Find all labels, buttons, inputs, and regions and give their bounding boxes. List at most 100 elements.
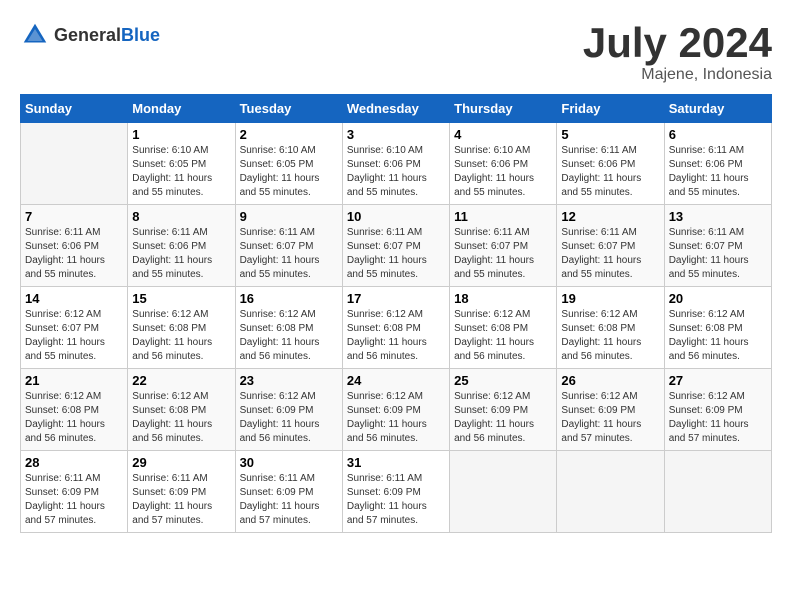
day-info: Sunrise: 6:11 AM Sunset: 6:07 PM Dayligh…	[561, 226, 659, 282]
calendar-cell: 15 Sunrise: 6:12 AM Sunset: 6:08 PM Dayli…	[128, 287, 235, 369]
calendar-body: 1 Sunrise: 6:10 AM Sunset: 6:05 PM Daylig…	[21, 123, 772, 533]
calendar-cell: 8 Sunrise: 6:11 AM Sunset: 6:06 PM Daylig…	[128, 205, 235, 287]
day-info: Sunrise: 6:12 AM Sunset: 6:08 PM Dayligh…	[25, 390, 123, 446]
day-info: Sunrise: 6:12 AM Sunset: 6:08 PM Dayligh…	[240, 308, 338, 364]
calendar-cell: 21 Sunrise: 6:12 AM Sunset: 6:08 PM Dayli…	[21, 369, 128, 451]
day-info: Sunrise: 6:11 AM Sunset: 6:09 PM Dayligh…	[240, 472, 338, 528]
calendar-cell: 7Sunrise: 6:11 AM Sunset: 6:06 PM Daylig…	[21, 205, 128, 287]
day-number: 15	[132, 291, 230, 306]
calendar-cell: 12Sunrise: 6:11 AM Sunset: 6:07 PM Dayli…	[557, 205, 664, 287]
day-info: Sunrise: 6:12 AM Sunset: 6:08 PM Dayligh…	[132, 308, 230, 364]
day-info: Sunrise: 6:11 AM Sunset: 6:09 PM Dayligh…	[25, 472, 123, 528]
day-info: Sunrise: 6:11 AM Sunset: 6:07 PM Dayligh…	[347, 226, 445, 282]
week-row-2: 7Sunrise: 6:11 AM Sunset: 6:06 PM Daylig…	[21, 205, 772, 287]
day-info: Sunrise: 6:11 AM Sunset: 6:07 PM Dayligh…	[669, 226, 767, 282]
day-number: 25	[454, 373, 552, 388]
week-row-1: 1 Sunrise: 6:10 AM Sunset: 6:05 PM Daylig…	[21, 123, 772, 205]
logo: GeneralBlue	[20, 20, 160, 50]
calendar-cell	[664, 451, 771, 533]
header-cell-friday: Friday	[557, 95, 664, 123]
calendar-cell: 25 Sunrise: 6:12 AM Sunset: 6:09 PM Dayli…	[450, 369, 557, 451]
calendar-cell	[557, 451, 664, 533]
calendar-cell: 29Sunrise: 6:11 AM Sunset: 6:09 PM Dayli…	[128, 451, 235, 533]
calendar-cell	[21, 123, 128, 205]
day-number: 3	[347, 127, 445, 142]
day-info: Sunrise: 6:12 AM Sunset: 6:08 PM Dayligh…	[561, 308, 659, 364]
day-number: 21	[25, 373, 123, 388]
week-row-3: 14 Sunrise: 6:12 AM Sunset: 6:07 PM Dayli…	[21, 287, 772, 369]
day-info: Sunrise: 6:11 AM Sunset: 6:06 PM Dayligh…	[132, 226, 230, 282]
calendar-cell: 5 Sunrise: 6:11 AM Sunset: 6:06 PM Daylig…	[557, 123, 664, 205]
day-number: 6	[669, 127, 767, 142]
day-number: 10	[347, 209, 445, 224]
day-number: 9	[240, 209, 338, 224]
day-number: 20	[669, 291, 767, 306]
day-number: 28	[25, 455, 123, 470]
day-number: 22	[132, 373, 230, 388]
day-number: 14	[25, 291, 123, 306]
month-year-title: July 2024	[583, 20, 772, 66]
logo-icon	[20, 20, 50, 50]
header-cell-wednesday: Wednesday	[342, 95, 449, 123]
day-number: 19	[561, 291, 659, 306]
calendar-cell: 26 Sunrise: 6:12 AM Sunset: 6:09 PM Dayli…	[557, 369, 664, 451]
header-cell-saturday: Saturday	[664, 95, 771, 123]
day-number: 18	[454, 291, 552, 306]
page-header: GeneralBlue July 2024 Majene, Indonesia	[20, 20, 772, 84]
day-info: Sunrise: 6:12 AM Sunset: 6:07 PM Dayligh…	[25, 308, 123, 364]
header-cell-sunday: Sunday	[21, 95, 128, 123]
location-subtitle: Majene, Indonesia	[583, 66, 772, 84]
calendar-cell: 27 Sunrise: 6:12 AM Sunset: 6:09 PM Dayli…	[664, 369, 771, 451]
calendar-cell: 6 Sunrise: 6:11 AM Sunset: 6:06 PM Daylig…	[664, 123, 771, 205]
logo-general-text: General	[54, 25, 121, 45]
calendar-cell: 1 Sunrise: 6:10 AM Sunset: 6:05 PM Daylig…	[128, 123, 235, 205]
calendar-cell: 13 Sunrise: 6:11 AM Sunset: 6:07 PM Dayli…	[664, 205, 771, 287]
calendar-cell: 16 Sunrise: 6:12 AM Sunset: 6:08 PM Dayli…	[235, 287, 342, 369]
calendar-cell: 9Sunrise: 6:11 AM Sunset: 6:07 PM Daylig…	[235, 205, 342, 287]
day-info: Sunrise: 6:10 AM Sunset: 6:06 PM Dayligh…	[454, 144, 552, 200]
day-info: Sunrise: 6:12 AM Sunset: 6:08 PM Dayligh…	[454, 308, 552, 364]
calendar-header: SundayMondayTuesdayWednesdayThursdayFrid…	[21, 95, 772, 123]
day-info: Sunrise: 6:11 AM Sunset: 6:06 PM Dayligh…	[669, 144, 767, 200]
day-info: Sunrise: 6:12 AM Sunset: 6:09 PM Dayligh…	[454, 390, 552, 446]
day-info: Sunrise: 6:12 AM Sunset: 6:09 PM Dayligh…	[561, 390, 659, 446]
day-info: Sunrise: 6:12 AM Sunset: 6:08 PM Dayligh…	[669, 308, 767, 364]
calendar-cell: 22 Sunrise: 6:12 AM Sunset: 6:08 PM Dayli…	[128, 369, 235, 451]
calendar-cell: 20 Sunrise: 6:12 AM Sunset: 6:08 PM Dayli…	[664, 287, 771, 369]
week-row-5: 28 Sunrise: 6:11 AM Sunset: 6:09 PM Dayli…	[21, 451, 772, 533]
header-row: SundayMondayTuesdayWednesdayThursdayFrid…	[21, 95, 772, 123]
title-block: July 2024 Majene, Indonesia	[583, 20, 772, 84]
day-info: Sunrise: 6:12 AM Sunset: 6:08 PM Dayligh…	[347, 308, 445, 364]
day-info: Sunrise: 6:11 AM Sunset: 6:09 PM Dayligh…	[132, 472, 230, 528]
calendar-cell: 31 Sunrise: 6:11 AM Sunset: 6:09 PM Dayli…	[342, 451, 449, 533]
calendar-cell: 23 Sunrise: 6:12 AM Sunset: 6:09 PM Dayli…	[235, 369, 342, 451]
day-number: 5	[561, 127, 659, 142]
calendar-cell: 3 Sunrise: 6:10 AM Sunset: 6:06 PM Daylig…	[342, 123, 449, 205]
calendar-cell: 4Sunrise: 6:10 AM Sunset: 6:06 PM Daylig…	[450, 123, 557, 205]
day-info: Sunrise: 6:12 AM Sunset: 6:09 PM Dayligh…	[669, 390, 767, 446]
day-info: Sunrise: 6:12 AM Sunset: 6:08 PM Dayligh…	[132, 390, 230, 446]
day-number: 23	[240, 373, 338, 388]
day-number: 2	[240, 127, 338, 142]
day-info: Sunrise: 6:11 AM Sunset: 6:06 PM Dayligh…	[25, 226, 123, 282]
day-number: 31	[347, 455, 445, 470]
header-cell-monday: Monday	[128, 95, 235, 123]
day-number: 1	[132, 127, 230, 142]
day-number: 16	[240, 291, 338, 306]
day-info: Sunrise: 6:12 AM Sunset: 6:09 PM Dayligh…	[347, 390, 445, 446]
day-info: Sunrise: 6:11 AM Sunset: 6:06 PM Dayligh…	[561, 144, 659, 200]
day-number: 8	[132, 209, 230, 224]
day-info: Sunrise: 6:10 AM Sunset: 6:06 PM Dayligh…	[347, 144, 445, 200]
day-info: Sunrise: 6:10 AM Sunset: 6:05 PM Dayligh…	[132, 144, 230, 200]
day-info: Sunrise: 6:11 AM Sunset: 6:07 PM Dayligh…	[454, 226, 552, 282]
day-info: Sunrise: 6:10 AM Sunset: 6:05 PM Dayligh…	[240, 144, 338, 200]
day-number: 27	[669, 373, 767, 388]
header-cell-thursday: Thursday	[450, 95, 557, 123]
calendar-cell: 24Sunrise: 6:12 AM Sunset: 6:09 PM Dayli…	[342, 369, 449, 451]
day-number: 26	[561, 373, 659, 388]
day-number: 13	[669, 209, 767, 224]
day-info: Sunrise: 6:11 AM Sunset: 6:09 PM Dayligh…	[347, 472, 445, 528]
day-number: 11	[454, 209, 552, 224]
header-cell-tuesday: Tuesday	[235, 95, 342, 123]
day-info: Sunrise: 6:12 AM Sunset: 6:09 PM Dayligh…	[240, 390, 338, 446]
